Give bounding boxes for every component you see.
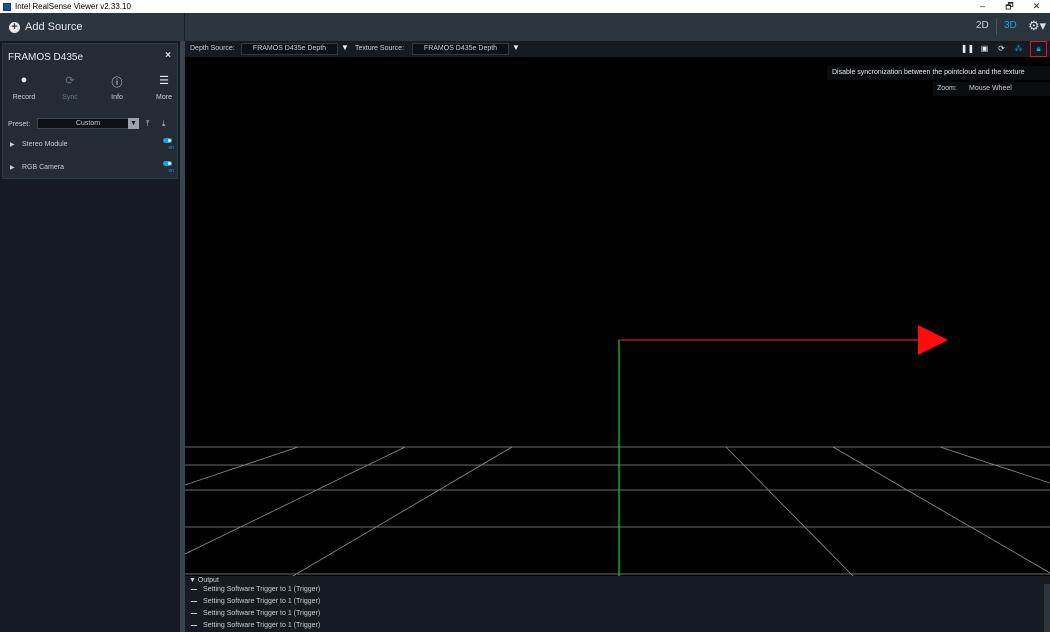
device-panel: FRAMOS D435e × ● Record ⟳ Sync ⓘ Info ☰ … bbox=[2, 43, 178, 179]
dash-icon bbox=[191, 588, 197, 590]
record-label: Record bbox=[12, 94, 36, 101]
grid-line bbox=[185, 446, 299, 486]
more-label: More bbox=[156, 94, 172, 101]
toggle-state-label: on bbox=[168, 168, 174, 174]
zoom-key: Zoom: bbox=[937, 85, 957, 92]
menu-icon: ☰ bbox=[159, 75, 169, 87]
pointcloud-icon[interactable]: ⁂ bbox=[1010, 43, 1027, 55]
module-toggle[interactable] bbox=[163, 138, 172, 143]
dash-icon bbox=[191, 612, 197, 614]
log-text: Setting Software Trigger to 1 (Trigger) bbox=[203, 610, 321, 617]
grid-line bbox=[185, 446, 406, 555]
window-titlebar: Intel RealSense Viewer v2.33.10 – 🗗 ✕ bbox=[0, 0, 1050, 13]
log-line: Setting Software Trigger to 1 (Trigger) bbox=[191, 586, 320, 593]
chevron-down-icon[interactable]: ▼ bbox=[512, 43, 520, 52]
pointcloud-scene[interactable] bbox=[185, 41, 1050, 576]
log-text: Setting Software Trigger to 1 (Trigger) bbox=[203, 586, 321, 593]
viewport-actions: ❚❚ ▣ ⟳ ⁂ bbox=[959, 43, 1027, 55]
toggle-state-label: on bbox=[168, 145, 174, 151]
sync-label: Sync bbox=[62, 94, 78, 101]
window-title: Intel RealSense Viewer v2.33.10 bbox=[15, 2, 131, 11]
gear-icon[interactable]: ⚙▾ bbox=[1028, 18, 1046, 34]
dash-icon bbox=[191, 624, 197, 626]
add-source-label: Add Source bbox=[25, 21, 83, 33]
preset-select[interactable]: Custom bbox=[37, 118, 139, 129]
preset-label: Preset: bbox=[8, 121, 31, 128]
module-name: RGB Camera bbox=[22, 164, 65, 171]
close-window-button[interactable]: ✕ bbox=[1023, 0, 1050, 13]
chevron-down-icon[interactable]: ▼ bbox=[341, 43, 349, 52]
view-2d-button[interactable]: 2D bbox=[976, 20, 989, 31]
module-toggle[interactable] bbox=[163, 161, 172, 166]
viewport-toolbar: Depth Source: FRAMOS D435e Depth ▼ Textu… bbox=[185, 41, 1050, 57]
record-button[interactable]: ● Record bbox=[4, 74, 44, 101]
chevron-down-icon[interactable]: ▼ bbox=[128, 118, 139, 129]
3d-viewport[interactable]: Depth Source: FRAMOS D435e Depth ▼ Textu… bbox=[185, 41, 1050, 576]
download-icon[interactable]: ⤓ bbox=[162, 119, 166, 129]
texture-source-label: Texture Source: bbox=[355, 45, 405, 52]
module-name: Stereo Module bbox=[22, 141, 68, 148]
texture-source-select[interactable]: FRAMOS D435e Depth bbox=[412, 43, 509, 55]
window-controls: – 🗗 ✕ bbox=[969, 0, 1050, 13]
zoom-hint: Zoom: Mouse Wheel bbox=[933, 82, 1050, 96]
x-axis-arrowhead bbox=[918, 325, 948, 355]
output-scrollbar[interactable] bbox=[1044, 584, 1050, 632]
output-title: Output bbox=[197, 577, 219, 584]
close-device-button[interactable]: × bbox=[165, 50, 171, 61]
pause-icon[interactable]: ❚❚ bbox=[959, 43, 976, 55]
log-text: Setting Software Trigger to 1 (Trigger) bbox=[203, 598, 321, 605]
device-name: FRAMOS D435e bbox=[8, 52, 84, 63]
sync-button[interactable]: ⟳ Sync bbox=[50, 74, 90, 101]
lock-sync-button[interactable]: 🔒︎ bbox=[1030, 41, 1047, 57]
output-header[interactable]: ▼ Output bbox=[189, 577, 219, 584]
lock-tooltip: Disable syncronization between the point… bbox=[827, 66, 1050, 80]
more-button[interactable]: ☰ More bbox=[144, 74, 184, 101]
output-pane: ▼ Output Setting Software Trigger to 1 (… bbox=[185, 576, 1050, 632]
info-icon: ⓘ bbox=[111, 77, 123, 89]
grid-line bbox=[725, 446, 854, 576]
grid-line bbox=[832, 446, 1050, 574]
minimize-button[interactable]: – bbox=[969, 0, 996, 13]
plus-circle-icon: + bbox=[9, 21, 20, 33]
info-label: Info bbox=[111, 94, 123, 101]
expand-caret-icon[interactable]: ▶ bbox=[10, 141, 15, 148]
module-rgb[interactable]: ▶ RGB Camera on bbox=[8, 161, 176, 177]
top-toolbar: + Add Source 2D 3D ⚙▾ bbox=[0, 13, 1050, 41]
depth-source-label: Depth Source: bbox=[190, 45, 235, 52]
dash-icon bbox=[191, 600, 197, 602]
app-icon bbox=[3, 2, 11, 11]
zoom-value: Mouse Wheel bbox=[969, 85, 1012, 92]
add-source-button[interactable]: + Add Source bbox=[0, 13, 185, 41]
log-line: Setting Software Trigger to 1 (Trigger) bbox=[191, 610, 320, 617]
device-sidebar: FRAMOS D435e × ● Record ⟳ Sync ⓘ Info ☰ … bbox=[0, 41, 180, 632]
log-line: Setting Software Trigger to 1 (Trigger) bbox=[191, 622, 320, 629]
view-3d-button[interactable]: 3D bbox=[1004, 20, 1017, 31]
ground-grid bbox=[185, 446, 1050, 576]
sync-icon: ⟳ bbox=[65, 75, 75, 87]
log-text: Setting Software Trigger to 1 (Trigger) bbox=[203, 622, 321, 629]
log-line: Setting Software Trigger to 1 (Trigger) bbox=[191, 598, 320, 605]
reset-icon[interactable]: ⟳ bbox=[993, 43, 1010, 55]
restore-button[interactable]: 🗗 bbox=[996, 0, 1023, 13]
module-stereo[interactable]: ▶ Stereo Module on bbox=[8, 138, 176, 154]
view-separator bbox=[996, 18, 997, 35]
depth-source-select[interactable]: FRAMOS D435e Depth bbox=[241, 43, 338, 55]
upload-icon[interactable]: ⤒ bbox=[146, 119, 150, 129]
lock-icon: 🔒︎ bbox=[1036, 44, 1041, 53]
record-icon: ● bbox=[20, 74, 28, 86]
info-button[interactable]: ⓘ Info bbox=[97, 74, 137, 101]
grid-line bbox=[292, 446, 513, 576]
save-icon[interactable]: ▣ bbox=[976, 43, 993, 55]
expand-caret-icon[interactable]: ▶ bbox=[10, 164, 15, 171]
